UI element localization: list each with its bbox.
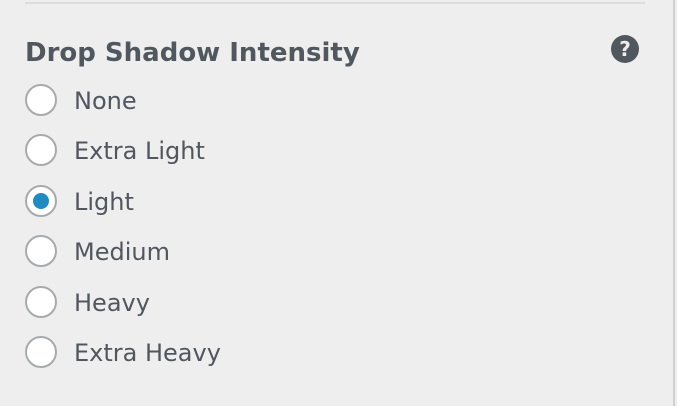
drop-shadow-intensity-radio-group: None Extra Light Light Medium Heavy Extr… [25,84,625,386]
radio-option-extra-heavy[interactable]: Extra Heavy [25,335,625,386]
radio-option-none[interactable]: None [25,84,625,134]
radio-label: Light [74,187,134,216]
settings-panel: Drop Shadow Intensity ? None Extra Light… [0,0,675,406]
divider [25,2,645,4]
radio-label: Extra Light [74,137,205,166]
radio-button[interactable] [25,184,57,217]
section-title: Drop Shadow Intensity [25,38,360,68]
radio-button[interactable] [25,134,57,167]
radio-option-heavy[interactable]: Heavy [25,285,625,336]
radio-label: None [74,87,137,115]
radio-label: Medium [74,238,170,267]
radio-label: Extra Heavy [74,338,221,367]
radio-label: Heavy [74,288,150,317]
radio-button[interactable] [25,335,57,368]
radio-button[interactable] [25,285,57,318]
radio-option-light[interactable]: Light [25,184,625,235]
radio-button[interactable] [25,235,57,268]
help-icon[interactable]: ? [611,35,639,63]
radio-option-extra-light[interactable]: Extra Light [25,134,625,184]
radio-option-medium[interactable]: Medium [25,235,625,285]
radio-button[interactable] [25,84,57,116]
